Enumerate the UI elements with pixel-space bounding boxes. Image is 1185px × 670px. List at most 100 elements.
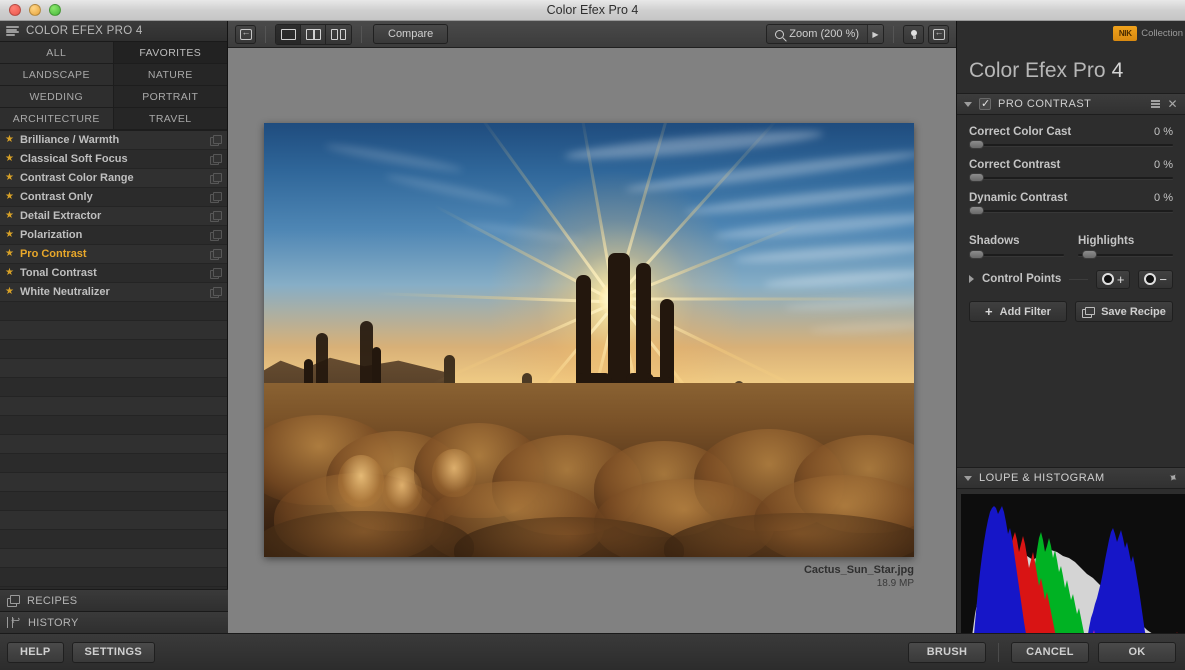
slider-track[interactable] [1078,254,1173,256]
histogram-svg [961,494,1185,654]
category-grid: ALL FAVORITES LANDSCAPE NATURE WEDDING P… [0,42,227,130]
favorite-star-icon[interactable]: ★ [5,192,14,202]
slider-dynamic-contrast[interactable]: Dynamic Contrast 0 % [969,192,1173,212]
brush-button[interactable]: BRUSH [908,642,986,663]
slider-track[interactable] [969,210,1173,212]
favorite-star-icon[interactable]: ★ [5,249,14,259]
filter-name: Contrast Color Range [20,172,204,184]
ok-button[interactable]: OK [1098,642,1176,663]
history-button[interactable]: HISTORY [0,611,228,633]
image-canvas[interactable]: Cactus_Sun_Star.jpg 18.9 MP [228,48,956,633]
sidebar-bottom-buttons: RECIPES HISTORY [0,589,228,633]
side-by-side-view-button[interactable] [326,25,351,44]
favorite-star-icon[interactable]: ★ [5,135,14,145]
copy-icon[interactable] [210,287,221,297]
chevron-down-icon[interactable] [964,476,972,481]
filter-list-item[interactable]: ★Detail Extractor [0,207,227,226]
copy-icon[interactable] [210,173,221,183]
list-menu-icon[interactable] [1151,100,1160,107]
category-favorites[interactable]: FAVORITES [114,42,228,64]
favorite-star-icon[interactable]: ★ [5,154,14,164]
filter-list-item[interactable]: ★Brilliance / Warmth [0,131,227,150]
slider-knob[interactable] [969,250,984,259]
main-toolbar: Compare Zoom (200 %) ▶ [228,21,956,48]
category-portrait[interactable]: PORTRAIT [114,86,228,108]
copy-icon[interactable] [210,192,221,202]
photo-frame[interactable] [264,123,914,557]
category-landscape[interactable]: LANDSCAPE [0,64,114,86]
slider-track[interactable] [969,254,1064,256]
category-nature[interactable]: NATURE [114,64,228,86]
slider-knob[interactable] [969,206,984,215]
zoom-control[interactable]: Zoom (200 %) ▶ [766,24,884,44]
slider-knob[interactable] [1082,250,1097,259]
chevron-down-icon[interactable] [964,102,972,107]
chevron-right-icon[interactable] [969,275,974,283]
bottom-left-buttons: HELP SETTINGS [0,642,155,663]
copy-icon[interactable] [210,135,221,145]
settings-button[interactable]: SETTINGS [72,642,155,663]
toolbar-divider [361,26,362,43]
view-mode-group[interactable] [275,24,352,45]
zoom-label-wrap[interactable]: Zoom (200 %) [767,28,867,40]
slider-shadows[interactable]: Shadows [969,235,1064,256]
favorite-star-icon[interactable]: ★ [5,268,14,278]
slider-highlights[interactable]: Highlights [1078,235,1173,256]
brightness-icon [908,29,919,40]
favorite-star-icon[interactable]: ★ [5,287,14,297]
copy-icon[interactable] [210,268,221,278]
recipes-button[interactable]: RECIPES [0,589,228,611]
slider-track[interactable] [969,144,1173,146]
filter-list-item[interactable]: ★Polarization [0,226,227,245]
compare-button[interactable]: Compare [373,24,448,44]
loupe-toggle-icon[interactable] [235,25,256,44]
filter-enabled-checkbox[interactable] [979,98,991,110]
filter-list-item[interactable]: ★ White Neutralizer [0,283,227,302]
favorite-star-icon[interactable]: ★ [5,173,14,183]
category-wedding[interactable]: WEDDING [0,86,114,108]
filter-list-item-pro-contrast[interactable]: ★Pro Contrast [0,245,227,264]
preview-image[interactable] [264,123,914,557]
save-recipe-button[interactable]: Save Recipe [1075,301,1173,322]
pin-icon[interactable]: ✦ [1165,469,1182,487]
category-all[interactable]: ALL [0,42,114,64]
copy-icon[interactable] [210,230,221,240]
chevron-right-icon[interactable]: ▶ [867,25,883,43]
loupe-histogram-header[interactable]: LOUPE & HISTOGRAM ✦ [957,467,1185,489]
control-points-row[interactable]: Control Points + − [957,266,1185,292]
filter-list-item[interactable]: ★Tonal Contrast [0,264,227,283]
app-title: Color Efex Pro 4 [957,49,1185,93]
menu-icon[interactable] [6,26,19,36]
slider-correct-contrast[interactable]: Correct Contrast 0 % [969,159,1173,179]
add-filter-button[interactable]: + Add Filter [969,301,1067,322]
filter-list-item[interactable]: ★Contrast Only [0,188,227,207]
help-button[interactable]: HELP [7,642,64,663]
split-view-button[interactable] [301,25,326,44]
slider-knob[interactable] [969,173,984,182]
pro-contrast-section-header[interactable]: PRO CONTRAST ✕ [957,93,1185,115]
favorite-star-icon[interactable]: ★ [5,211,14,221]
expand-panel-button[interactable] [928,25,949,44]
slider-knob[interactable] [969,140,984,149]
filter-list-item[interactable]: ★ Contrast Color Range [0,169,227,188]
copy-icon[interactable] [210,211,221,221]
nik-logo-mark: NIK [1113,26,1137,41]
copy-icon[interactable] [210,249,221,259]
add-control-point-button[interactable]: + [1096,270,1131,289]
brightness-button[interactable] [903,25,924,44]
category-travel[interactable]: TRAVEL [114,108,228,130]
close-icon[interactable]: ✕ [1167,98,1178,110]
slider-correct-color-cast[interactable]: Correct Color Cast 0 % [969,126,1173,146]
color-efex-pro-window: Color Efex Pro 4 COLOR EFEX PRO 4 ALL FA… [0,0,1185,670]
slider-track[interactable] [969,177,1173,179]
favorite-star-icon[interactable]: ★ [5,230,14,240]
copy-icon[interactable] [210,154,221,164]
filter-list-item[interactable]: ★Classical Soft Focus [0,150,227,169]
category-architecture[interactable]: ARCHITECTURE [0,108,114,130]
histogram-display[interactable] [961,494,1185,654]
filter-name: White Neutralizer [20,286,204,298]
plus-icon: + [985,305,993,318]
single-view-button[interactable] [276,25,301,44]
cancel-button[interactable]: CANCEL [1011,642,1089,663]
remove-control-point-button[interactable]: − [1138,270,1173,289]
